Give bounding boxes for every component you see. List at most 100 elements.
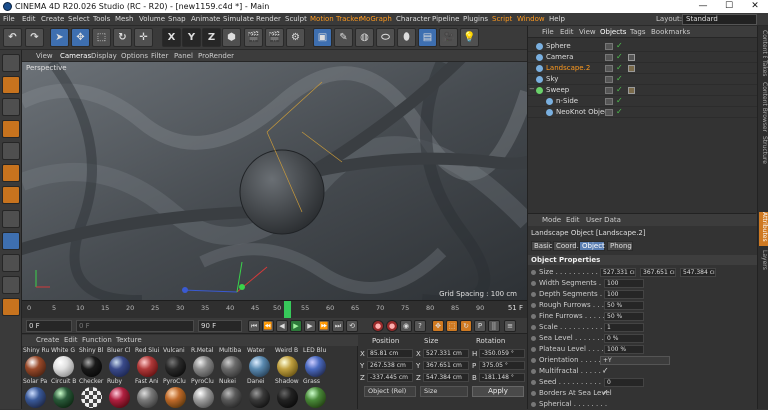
material-swatch[interactable]: Red Slui xyxy=(135,347,161,377)
viewport-menu-filter[interactable]: Filter xyxy=(151,52,168,60)
object-row-neoknot[interactable]: NeoKnot Object ✓ xyxy=(528,107,757,118)
attr-menu-edit[interactable]: Edit xyxy=(566,216,580,224)
om-menu-file[interactable]: File xyxy=(542,28,554,36)
recent-tool-icon[interactable]: ✛ xyxy=(134,28,153,47)
object-row-sphere[interactable]: Sphere ✓ xyxy=(528,41,757,52)
material-swatch[interactable]: Shiny Bl xyxy=(79,347,105,377)
minimize-button[interactable]: — xyxy=(690,0,716,13)
material-swatch[interactable]: Danei xyxy=(247,378,273,408)
material-menu-edit[interactable]: Edit xyxy=(64,336,78,344)
side-tab-attributes[interactable]: Attributes xyxy=(759,212,768,246)
enabled-check-icon[interactable]: ✓ xyxy=(616,96,623,105)
scale-icon[interactable]: ⬚ xyxy=(92,28,111,47)
multifractal-checkbox[interactable]: ✓ xyxy=(602,366,609,375)
rotation-p-field[interactable]: 375.05 ° xyxy=(479,361,525,370)
om-menu-edit[interactable]: Edit xyxy=(560,28,574,36)
side-tab-content-browser[interactable]: Content Browser xyxy=(759,30,768,58)
next-key-icon[interactable]: ⏩ xyxy=(318,320,330,332)
start-frame-field[interactable]: 0 F xyxy=(26,320,72,332)
animate-dot[interactable] xyxy=(531,281,536,286)
material-menu-function[interactable]: Function xyxy=(82,336,112,344)
camera-icon[interactable]: 🎥 xyxy=(439,28,458,47)
end-frame-field[interactable]: 90 F xyxy=(198,320,242,332)
tab-phong[interactable]: Phong xyxy=(607,241,633,251)
keyframe-selection-icon[interactable]: ◉ xyxy=(400,320,412,332)
menu-render[interactable]: Render xyxy=(256,15,281,23)
render-view-icon[interactable]: 🎬 xyxy=(244,28,263,47)
animate-dot[interactable] xyxy=(531,292,536,297)
viewport-menu-view[interactable]: View xyxy=(36,52,53,60)
material-swatch[interactable]: LED Blu xyxy=(303,347,329,377)
material-tag-icon[interactable] xyxy=(628,65,635,72)
animate-dot[interactable] xyxy=(531,380,536,385)
undo-icon[interactable]: ↶ xyxy=(3,28,22,47)
subdivision-icon[interactable]: ◍ xyxy=(355,28,374,47)
position-y-field[interactable]: 267.538 cm xyxy=(367,361,413,370)
visibility-dots[interactable] xyxy=(605,43,613,50)
orientation-select[interactable]: +Y xyxy=(600,356,670,365)
material-swatch[interactable]: R.Metal xyxy=(191,347,217,377)
menu-script[interactable]: Script xyxy=(492,15,512,23)
menu-create[interactable]: Create xyxy=(41,15,64,23)
loop-icon[interactable]: ⟲ xyxy=(346,320,358,332)
depth-segments-input[interactable]: 100 xyxy=(604,290,644,299)
position-z-field[interactable]: -337.445 cm xyxy=(367,373,413,382)
render-picture-viewer-icon[interactable]: 🎬 xyxy=(265,28,284,47)
material-swatch[interactable]: Circuit B xyxy=(51,378,77,408)
enabled-check-icon[interactable]: ✓ xyxy=(616,107,623,116)
menu-sculpt[interactable]: Sculpt xyxy=(285,15,307,23)
key-rotation-icon[interactable]: ↻ xyxy=(460,320,472,332)
om-menu-bookmarks[interactable]: Bookmarks xyxy=(651,28,690,36)
material-swatch[interactable]: Bluer Cl xyxy=(107,347,133,377)
enabled-check-icon[interactable]: ✓ xyxy=(616,63,623,72)
size-mode-select[interactable]: Size xyxy=(420,386,468,397)
enabled-check-icon[interactable]: ✓ xyxy=(616,74,623,83)
side-tab-layers[interactable]: Layers xyxy=(759,250,768,274)
menu-tools[interactable]: Tools xyxy=(93,15,110,23)
close-button[interactable]: ✕ xyxy=(742,0,768,13)
fine-furrows-input[interactable]: 50 % xyxy=(604,312,644,321)
viewport-menu-panel[interactable]: Panel xyxy=(174,52,193,60)
width-segments-input[interactable]: 100 xyxy=(604,279,644,288)
tab-coord[interactable]: Coord. xyxy=(553,241,579,251)
om-menu-view[interactable]: View xyxy=(579,28,596,36)
animate-dot[interactable] xyxy=(531,347,536,352)
menu-animate[interactable]: Animate xyxy=(191,15,220,23)
axis-x-button[interactable]: X xyxy=(162,28,181,47)
plateau-level-input[interactable]: 100 % xyxy=(604,345,644,354)
viewport-menu-prorender[interactable]: ProRender xyxy=(198,52,234,60)
timeline-playhead[interactable] xyxy=(284,301,291,319)
attr-menu-mode[interactable]: Mode xyxy=(542,216,561,224)
polygons-mode-icon[interactable] xyxy=(2,186,20,204)
go-to-end-icon[interactable]: ⏭ xyxy=(332,320,344,332)
material-swatch[interactable]: Water xyxy=(247,347,273,377)
material-swatch[interactable]: Nukei xyxy=(219,378,245,408)
animate-dot[interactable] xyxy=(531,325,536,330)
seed-input[interactable]: 0 xyxy=(604,378,644,387)
sea-level-input[interactable]: 0 % xyxy=(604,334,644,343)
animate-dot[interactable] xyxy=(531,270,536,275)
model-mode-icon[interactable] xyxy=(2,76,20,94)
object-row-landscape[interactable]: Landscape.2 ✓ xyxy=(528,63,757,74)
animate-dot[interactable] xyxy=(531,303,536,308)
menu-simulate[interactable]: Simulate xyxy=(223,15,254,23)
menu-edit[interactable]: Edit xyxy=(22,15,36,23)
object-row-sweep[interactable]: − Sweep ✓ xyxy=(528,85,757,96)
texture-mode-icon[interactable] xyxy=(2,98,20,116)
size-y-field[interactable]: 367.651 cm xyxy=(423,361,469,370)
record-position-icon[interactable]: ? xyxy=(414,320,426,332)
size-z-input[interactable]: 547.384 cı xyxy=(680,268,716,277)
material-tag-icon[interactable] xyxy=(628,87,635,94)
rotate-icon[interactable]: ↻ xyxy=(113,28,132,47)
material-menu-create[interactable]: Create xyxy=(36,336,59,344)
deformer-icon[interactable]: ⬮ xyxy=(397,28,416,47)
redo-icon[interactable]: ↷ xyxy=(25,28,44,47)
axis-z-button[interactable]: Z xyxy=(202,28,221,47)
timeline-menu-icon[interactable]: ≡ xyxy=(504,320,516,332)
menu-help[interactable]: Help xyxy=(549,15,565,23)
visibility-dots[interactable] xyxy=(605,109,613,116)
key-position-icon[interactable]: ✥ xyxy=(432,320,444,332)
size-z-field[interactable]: 547.384 cm xyxy=(423,373,469,382)
previous-key-icon[interactable]: ⏪ xyxy=(262,320,274,332)
floor-icon[interactable]: ▤ xyxy=(418,28,437,47)
